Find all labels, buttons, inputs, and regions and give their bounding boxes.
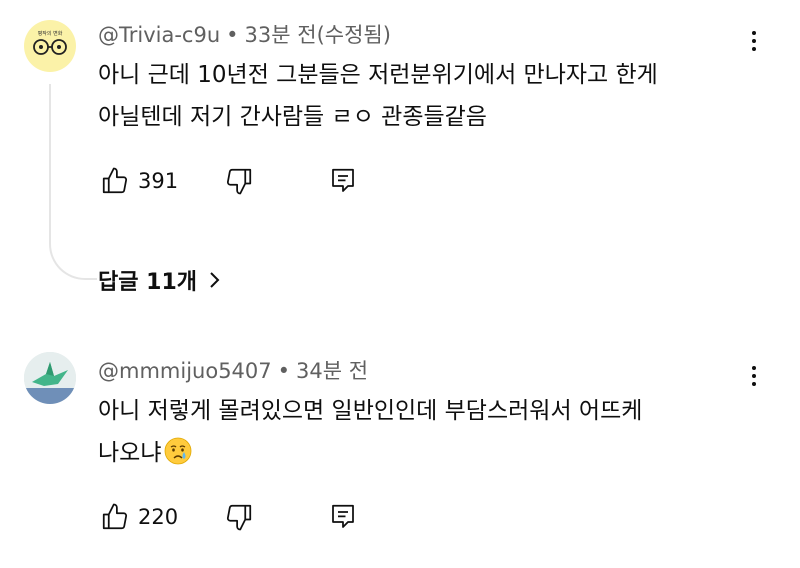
crying-face-icon [165,437,192,465]
thumbs-down-icon[interactable] [224,166,254,196]
comment-author[interactable]: @Trivia-c9u [98,23,220,47]
comment-author[interactable]: @mmmijuo5407 [98,359,272,383]
meta-separator: • [226,23,239,47]
view-replies-button[interactable]: 답글 11개 [98,262,221,298]
avatar[interactable]: 평작의 변화 [24,20,76,72]
comment-time[interactable]: 33분 전(수정됨) [245,23,391,47]
comment-text-line: 아닐텐데 저기 간사람들 ㄹㅇ 관종들같음 [98,104,487,130]
reply-comment-icon[interactable] [328,502,358,532]
like-count: 391 [138,169,179,193]
thumbs-up-icon[interactable] [100,166,130,196]
comment-actions: 220 [100,500,358,534]
comment-meta: @mmmijuo5407 • 34분 전 [98,355,368,385]
meta-separator: • [277,359,291,383]
chevron-right-icon [210,272,220,288]
replies-label: 답글 11개 [98,270,197,295]
comment-time[interactable]: 34분 전 [296,359,368,383]
comment-text-fragment: 나오냐 [98,440,162,466]
glasses-icon: 평작의 변화 [33,30,67,55]
comment-text: 아니 근데 10년전 그분들은 저런분위기에서 만나자고 한게 아닐텐데 저기 … [98,54,748,138]
avatar-label: 평작의 변화 [38,30,63,37]
like-count: 220 [138,505,179,529]
avatar[interactable] [24,352,76,404]
comment-text: 아니 저렇게 몰려있으면 일반인인데 부담스러워서 어뜨케 나오냐 [98,390,748,474]
comment-text-line: 나오냐 [98,432,748,474]
comment-text-line: 아니 근데 10년전 그분들은 저런분위기에서 만나자고 한게 [98,62,658,88]
reply-comment-icon[interactable] [328,166,358,196]
paper-crane-icon [24,352,76,404]
more-vertical-icon[interactable] [744,361,764,391]
thumbs-down-icon[interactable] [224,502,254,532]
comment-text-line: 아니 저렇게 몰려있으면 일반인인데 부담스러워서 어뜨케 [98,398,643,424]
comment-actions: 391 [100,164,358,198]
more-vertical-icon[interactable] [744,26,764,56]
thread-line [49,84,97,280]
thumbs-up-icon[interactable] [100,502,130,532]
